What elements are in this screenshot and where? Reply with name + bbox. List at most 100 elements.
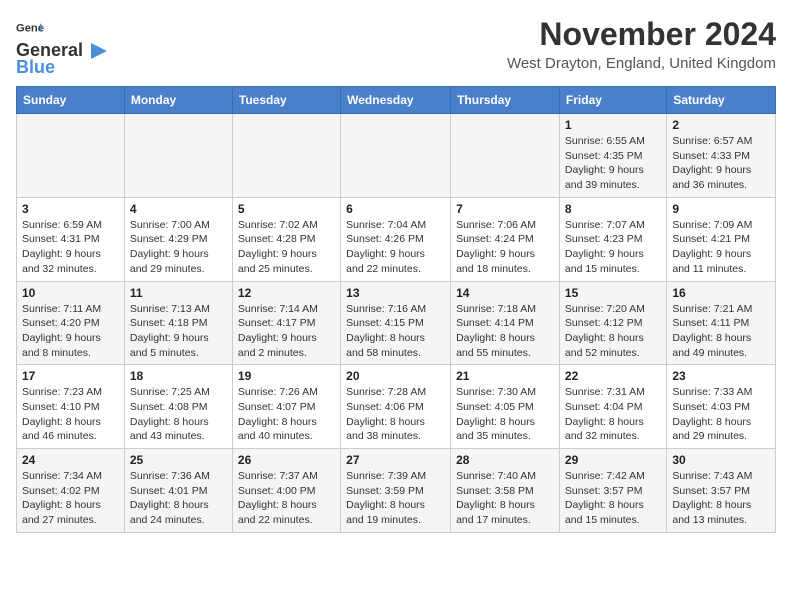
weekday-header-wednesday: Wednesday bbox=[341, 87, 451, 114]
calendar-cell bbox=[232, 114, 340, 198]
calendar-cell: 7 Sunrise: 7:06 AM Sunset: 4:24 PM Daylig… bbox=[451, 197, 560, 281]
calendar-cell: 4 Sunrise: 7:00 AM Sunset: 4:29 PM Daylig… bbox=[124, 197, 232, 281]
calendar-week-row: 17 Sunrise: 7:23 AM Sunset: 4:10 PM Dayli… bbox=[17, 365, 776, 449]
day-number: 30 bbox=[672, 453, 770, 467]
calendar-cell: 29 Sunrise: 7:42 AM Sunset: 3:57 PM Dayli… bbox=[559, 449, 666, 533]
calendar-cell bbox=[17, 114, 125, 198]
day-info: Sunrise: 7:09 AM Sunset: 4:21 PM Dayligh… bbox=[672, 218, 770, 277]
day-info: Sunrise: 7:25 AM Sunset: 4:08 PM Dayligh… bbox=[130, 385, 227, 444]
day-number: 8 bbox=[565, 202, 661, 216]
logo-blue: Blue bbox=[16, 57, 55, 78]
weekday-header-monday: Monday bbox=[124, 87, 232, 114]
day-info: Sunrise: 7:30 AM Sunset: 4:05 PM Dayligh… bbox=[456, 385, 554, 444]
calendar-week-row: 1 Sunrise: 6:55 AM Sunset: 4:35 PM Daylig… bbox=[17, 114, 776, 198]
day-info: Sunrise: 7:13 AM Sunset: 4:18 PM Dayligh… bbox=[130, 302, 227, 361]
day-number: 3 bbox=[22, 202, 119, 216]
calendar-cell: 26 Sunrise: 7:37 AM Sunset: 4:00 PM Dayli… bbox=[232, 449, 340, 533]
calendar-cell: 22 Sunrise: 7:31 AM Sunset: 4:04 PM Dayli… bbox=[559, 365, 666, 449]
day-info: Sunrise: 6:55 AM Sunset: 4:35 PM Dayligh… bbox=[565, 134, 661, 193]
day-number: 22 bbox=[565, 369, 661, 383]
weekday-header-thursday: Thursday bbox=[451, 87, 560, 114]
day-number: 18 bbox=[130, 369, 227, 383]
weekday-header-friday: Friday bbox=[559, 87, 666, 114]
day-number: 21 bbox=[456, 369, 554, 383]
logo: General General Blue bbox=[16, 20, 107, 78]
calendar-table: SundayMondayTuesdayWednesdayThursdayFrid… bbox=[16, 86, 776, 533]
calendar-cell: 14 Sunrise: 7:18 AM Sunset: 4:14 PM Dayli… bbox=[451, 281, 560, 365]
title-area: November 2024 West Drayton, England, Uni… bbox=[507, 16, 776, 72]
day-number: 14 bbox=[456, 286, 554, 300]
day-info: Sunrise: 7:21 AM Sunset: 4:11 PM Dayligh… bbox=[672, 302, 770, 361]
calendar-cell: 10 Sunrise: 7:11 AM Sunset: 4:20 PM Dayli… bbox=[17, 281, 125, 365]
calendar-cell: 8 Sunrise: 7:07 AM Sunset: 4:23 PM Daylig… bbox=[559, 197, 666, 281]
calendar-cell: 19Sunrise: 7:26 AM Sunset: 4:07 PM Dayli… bbox=[232, 365, 340, 449]
page-header: General General Blue November 2024 West … bbox=[16, 16, 776, 78]
calendar-cell: 9 Sunrise: 7:09 AM Sunset: 4:21 PM Daylig… bbox=[667, 197, 776, 281]
calendar-cell: 5Sunrise: 7:02 AM Sunset: 4:28 PM Daylig… bbox=[232, 197, 340, 281]
day-number: 26 bbox=[238, 453, 335, 467]
logo-triangle-icon bbox=[85, 43, 107, 59]
day-info: Sunrise: 6:57 AM Sunset: 4:33 PM Dayligh… bbox=[672, 134, 770, 193]
calendar-cell: 6 Sunrise: 7:04 AM Sunset: 4:26 PM Daylig… bbox=[341, 197, 451, 281]
day-info: Sunrise: 7:31 AM Sunset: 4:04 PM Dayligh… bbox=[565, 385, 661, 444]
day-info: Sunrise: 7:04 AM Sunset: 4:26 PM Dayligh… bbox=[346, 218, 445, 277]
calendar-cell: 2Sunrise: 6:57 AM Sunset: 4:33 PM Daylig… bbox=[667, 114, 776, 198]
day-info: Sunrise: 7:33 AM Sunset: 4:03 PM Dayligh… bbox=[672, 385, 770, 444]
day-number: 28 bbox=[456, 453, 554, 467]
day-number: 9 bbox=[672, 202, 770, 216]
calendar-cell: 27 Sunrise: 7:39 AM Sunset: 3:59 PM Dayli… bbox=[341, 449, 451, 533]
day-info: Sunrise: 7:06 AM Sunset: 4:24 PM Dayligh… bbox=[456, 218, 554, 277]
calendar-cell: 11 Sunrise: 7:13 AM Sunset: 4:18 PM Dayli… bbox=[124, 281, 232, 365]
day-number: 25 bbox=[130, 453, 227, 467]
calendar-cell: 3Sunrise: 6:59 AM Sunset: 4:31 PM Daylig… bbox=[17, 197, 125, 281]
calendar-cell bbox=[341, 114, 451, 198]
day-number: 6 bbox=[346, 202, 445, 216]
day-info: Sunrise: 7:18 AM Sunset: 4:14 PM Dayligh… bbox=[456, 302, 554, 361]
day-number: 12 bbox=[238, 286, 335, 300]
calendar-cell: 13 Sunrise: 7:16 AM Sunset: 4:15 PM Dayli… bbox=[341, 281, 451, 365]
calendar-header-row: SundayMondayTuesdayWednesdayThursdayFrid… bbox=[17, 87, 776, 114]
location-title: West Drayton, England, United Kingdom bbox=[507, 55, 776, 72]
day-info: Sunrise: 7:37 AM Sunset: 4:00 PM Dayligh… bbox=[238, 469, 335, 528]
calendar-cell: 21 Sunrise: 7:30 AM Sunset: 4:05 PM Dayli… bbox=[451, 365, 560, 449]
day-number: 20 bbox=[346, 369, 445, 383]
calendar-cell: 17 Sunrise: 7:23 AM Sunset: 4:10 PM Dayli… bbox=[17, 365, 125, 449]
logo-icon: General bbox=[16, 20, 44, 40]
day-number: 7 bbox=[456, 202, 554, 216]
day-number: 19 bbox=[238, 369, 335, 383]
calendar-cell: 1 Sunrise: 6:55 AM Sunset: 4:35 PM Daylig… bbox=[559, 114, 666, 198]
day-info: Sunrise: 7:42 AM Sunset: 3:57 PM Dayligh… bbox=[565, 469, 661, 528]
day-number: 10 bbox=[22, 286, 119, 300]
calendar-cell: 23 Sunrise: 7:33 AM Sunset: 4:03 PM Dayli… bbox=[667, 365, 776, 449]
day-number: 5 bbox=[238, 202, 335, 216]
calendar-week-row: 10 Sunrise: 7:11 AM Sunset: 4:20 PM Dayli… bbox=[17, 281, 776, 365]
calendar-cell: 15Sunrise: 7:20 AM Sunset: 4:12 PM Dayli… bbox=[559, 281, 666, 365]
day-info: Sunrise: 7:28 AM Sunset: 4:06 PM Dayligh… bbox=[346, 385, 445, 444]
calendar-cell: 25Sunrise: 7:36 AM Sunset: 4:01 PM Dayli… bbox=[124, 449, 232, 533]
day-info: Sunrise: 7:39 AM Sunset: 3:59 PM Dayligh… bbox=[346, 469, 445, 528]
day-number: 13 bbox=[346, 286, 445, 300]
day-number: 1 bbox=[565, 118, 661, 132]
day-number: 11 bbox=[130, 286, 227, 300]
calendar-cell: 16 Sunrise: 7:21 AM Sunset: 4:11 PM Dayli… bbox=[667, 281, 776, 365]
day-info: Sunrise: 7:11 AM Sunset: 4:20 PM Dayligh… bbox=[22, 302, 119, 361]
weekday-header-sunday: Sunday bbox=[17, 87, 125, 114]
day-number: 16 bbox=[672, 286, 770, 300]
day-info: Sunrise: 7:34 AM Sunset: 4:02 PM Dayligh… bbox=[22, 469, 119, 528]
day-number: 23 bbox=[672, 369, 770, 383]
day-info: Sunrise: 7:23 AM Sunset: 4:10 PM Dayligh… bbox=[22, 385, 119, 444]
calendar-cell: 28Sunrise: 7:40 AM Sunset: 3:58 PM Dayli… bbox=[451, 449, 560, 533]
day-number: 29 bbox=[565, 453, 661, 467]
calendar-cell: 30 Sunrise: 7:43 AM Sunset: 3:57 PM Dayli… bbox=[667, 449, 776, 533]
day-number: 27 bbox=[346, 453, 445, 467]
day-info: Sunrise: 7:43 AM Sunset: 3:57 PM Dayligh… bbox=[672, 469, 770, 528]
day-info: Sunrise: 7:16 AM Sunset: 4:15 PM Dayligh… bbox=[346, 302, 445, 361]
day-info: Sunrise: 7:00 AM Sunset: 4:29 PM Dayligh… bbox=[130, 218, 227, 277]
day-info: Sunrise: 7:07 AM Sunset: 4:23 PM Dayligh… bbox=[565, 218, 661, 277]
calendar-cell bbox=[124, 114, 232, 198]
weekday-header-saturday: Saturday bbox=[667, 87, 776, 114]
day-number: 4 bbox=[130, 202, 227, 216]
calendar-cell: 12Sunrise: 7:14 AM Sunset: 4:17 PM Dayli… bbox=[232, 281, 340, 365]
day-number: 24 bbox=[22, 453, 119, 467]
day-number: 17 bbox=[22, 369, 119, 383]
